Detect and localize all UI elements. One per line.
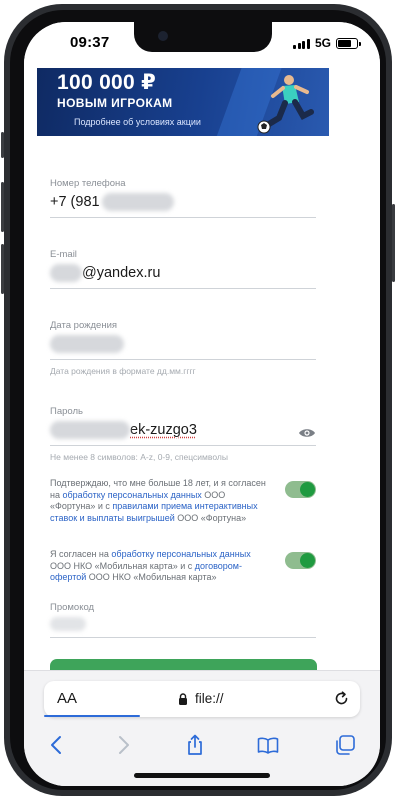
password-hint: Не менее 8 символов: A-z, 0-9, спецсимво… — [50, 452, 228, 462]
consent-age-terms-text: Подтверждаю, что мне больше 18 лет, и я … — [50, 478, 266, 523]
password-input[interactable]: ek-zuzgo3 — [50, 421, 316, 439]
phone-label: Номер телефона — [50, 178, 126, 189]
mute-switch — [1, 132, 4, 158]
phone-redacted — [101, 193, 174, 211]
consent-age-terms-toggle[interactable] — [285, 481, 316, 498]
consent-age-terms: Подтверждаю, что мне больше 18 лет, и я … — [50, 478, 316, 524]
promo-field[interactable]: Промокод — [50, 602, 316, 638]
promo-underline — [50, 637, 316, 638]
eye-icon[interactable] — [298, 427, 316, 439]
banner-conditions-link[interactable]: Подробнее об условиях акции — [74, 117, 201, 127]
status-indicators: 5G — [293, 36, 361, 50]
toggle-knob — [300, 482, 315, 497]
consent-mobile-card: Я согласен на обработку персональных дан… — [50, 549, 316, 584]
promo-redacted — [50, 617, 86, 631]
phone-value: +7 (981 — [50, 194, 100, 210]
toggle-knob — [300, 553, 315, 568]
birthdate-underline — [50, 359, 316, 360]
browser-bottom-bar: AA file:// — [24, 670, 380, 786]
bookmarks-icon[interactable] — [257, 734, 279, 756]
promo-banner[interactable]: 100 000 ₽ НОВЫМ ИГРОКАМ Подробнее об усл… — [37, 68, 329, 136]
notch — [134, 22, 272, 52]
password-underline — [50, 445, 316, 446]
email-field[interactable]: E-mail @yandex.ru — [50, 249, 316, 289]
consent-mobile-card-text: Я согласен на обработку персональных дан… — [50, 549, 251, 582]
status-bar: 09:37 5G — [24, 22, 380, 66]
loading-indicator — [44, 715, 140, 717]
email-label: E-mail — [50, 249, 77, 260]
signal-icon — [293, 38, 310, 49]
home-indicator — [134, 773, 270, 778]
email-underline — [50, 288, 316, 289]
lock-icon — [179, 693, 187, 705]
birthdate-input[interactable] — [50, 335, 316, 353]
email-input[interactable]: @yandex.ru — [50, 264, 316, 282]
phone-underline — [50, 217, 316, 218]
consent-mobile-card-toggle[interactable] — [285, 552, 316, 569]
network-type: 5G — [314, 36, 331, 50]
banner-subtitle: НОВЫМ ИГРОКАМ — [57, 96, 173, 110]
nko-personal-data-link[interactable]: обработку персональных данных — [111, 549, 250, 559]
volume-down-button — [1, 244, 4, 294]
share-icon[interactable] — [184, 734, 206, 756]
promo-input[interactable] — [50, 617, 316, 631]
forward-icon[interactable] — [112, 734, 134, 756]
banner-amount: 100 000 ₽ — [57, 71, 157, 94]
url-text[interactable]: file:// — [195, 691, 224, 706]
birthdate-redacted — [50, 335, 124, 353]
birthdate-field[interactable]: Дата рождения Дата рождения в формате дд… — [50, 320, 316, 376]
volume-up-button — [1, 182, 4, 232]
status-time: 09:37 — [70, 34, 110, 51]
reload-icon[interactable] — [333, 690, 350, 707]
phone-frame: 09:37 5G 100 000 ₽ НОВЫМ ИГРОКАМ Подробн… — [1, 4, 395, 796]
phone-input[interactable]: +7 (981 — [50, 193, 316, 211]
battery-level — [338, 39, 351, 47]
password-redacted — [50, 421, 130, 439]
birthdate-hint: Дата рождения в формате дд.мм.гггг — [50, 366, 196, 376]
email-redacted — [50, 264, 82, 282]
power-button — [392, 204, 395, 282]
front-camera — [158, 31, 168, 41]
personal-data-link[interactable]: обработку персональных данных — [62, 490, 201, 500]
back-icon[interactable] — [46, 734, 68, 756]
promo-label: Промокод — [50, 602, 95, 613]
address-bar[interactable]: AA file:// — [44, 681, 360, 717]
screen: 09:37 5G 100 000 ₽ НОВЫМ ИГРОКАМ Подробн… — [24, 22, 380, 786]
password-value: ek-zuzgo3 — [130, 422, 197, 438]
password-field[interactable]: Пароль ek-zuzgo3 Не менее 8 символов: A-… — [50, 406, 316, 462]
battery-icon — [336, 37, 361, 49]
football-player-image — [257, 75, 314, 134]
tabs-icon[interactable] — [334, 734, 356, 756]
phone-field[interactable]: Номер телефона +7 (981 — [50, 178, 316, 218]
email-value: @yandex.ru — [82, 265, 161, 281]
text-size-button[interactable]: AA — [57, 690, 77, 707]
password-label: Пароль — [50, 406, 83, 417]
birthdate-label: Дата рождения — [50, 320, 118, 331]
